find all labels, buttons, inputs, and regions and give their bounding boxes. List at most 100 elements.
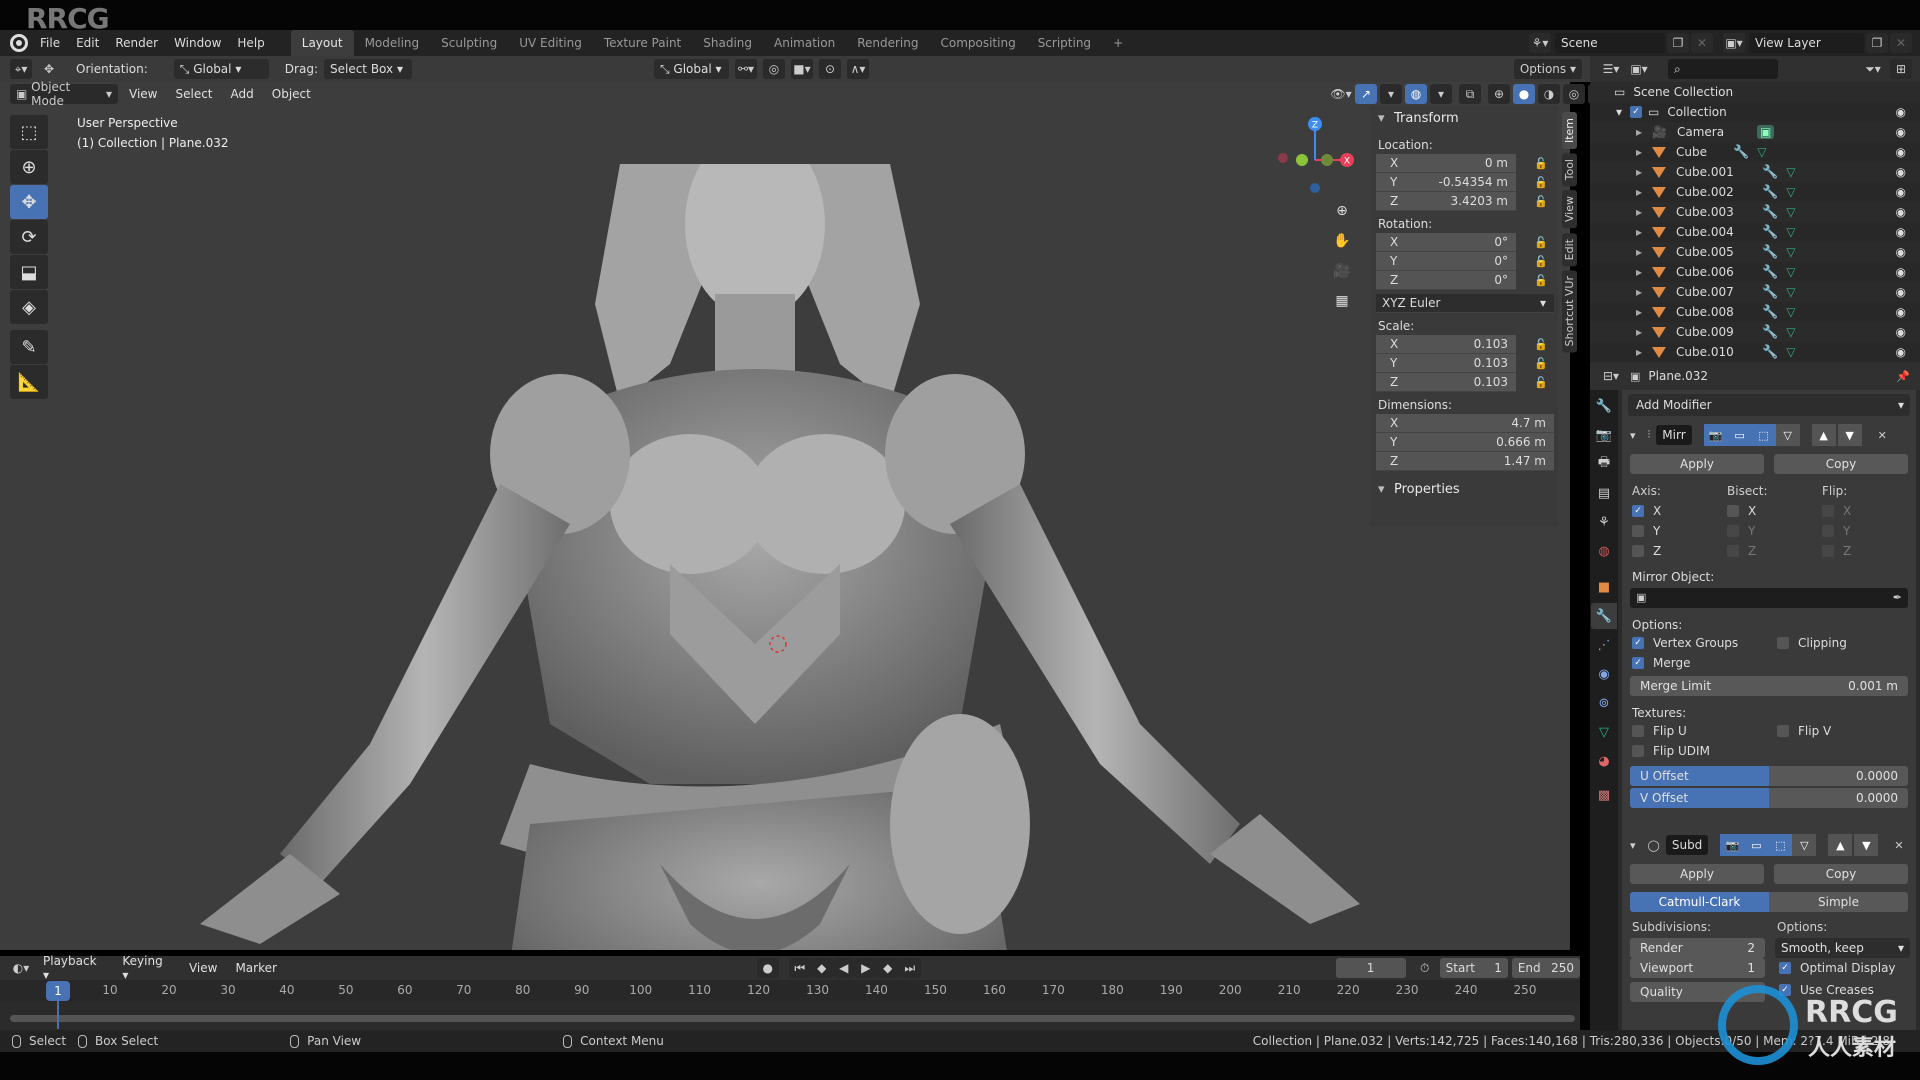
playhead-frame-indicator[interactable]: 1 — [46, 981, 70, 1001]
mesh-data-icon[interactable]: ▽ — [1786, 305, 1795, 319]
v-offset-slider[interactable]: V Offset 0.0000 — [1630, 788, 1908, 808]
tab-animation[interactable]: Animation — [763, 30, 846, 56]
jump-prev-keyframe-icon[interactable]: ◆ — [810, 958, 833, 978]
measure-tool-icon[interactable]: 📐 — [10, 365, 48, 399]
scene-name-field[interactable]: Scene — [1555, 33, 1665, 53]
xray-toggle-icon[interactable]: ⧉ — [1459, 84, 1481, 104]
tab-scripting[interactable]: Scripting — [1027, 30, 1102, 56]
npanel-tab-shortcut-vur[interactable]: Shortcut VUr — [1562, 269, 1577, 353]
outliner-collection[interactable]: ▾ ✓ ▭ Collection ◉ — [1590, 102, 1920, 122]
dimensions-y-field[interactable]: Y 0.666 m — [1376, 433, 1554, 452]
overlay-toggle-icon[interactable]: ◍ — [1405, 84, 1427, 104]
viewport-menu-view[interactable]: View — [122, 87, 164, 101]
play-reverse-icon[interactable]: ◀ — [832, 958, 855, 978]
optimal-display-checkbox[interactable]: ✓ Optimal Display — [1775, 958, 1910, 978]
realtime-display-icon[interactable]: ▭ — [1727, 424, 1752, 446]
outliner-filter-icon[interactable]: ⏷▾ — [1862, 59, 1884, 79]
viewport-menu-add[interactable]: Add — [224, 87, 261, 101]
transform-orientation-dropdown[interactable]: ⤡ Global ▾ — [653, 59, 729, 79]
new-collection-icon[interactable]: ⊞ — [1890, 59, 1912, 79]
playhead-line[interactable] — [57, 1001, 59, 1029]
expand-icon[interactable]: ▾ — [1616, 105, 1622, 119]
viewport-menu-select[interactable]: Select — [168, 87, 219, 101]
flip-u-checkbox[interactable]: Flip U — [1632, 724, 1777, 738]
visibility-eye-icon[interactable]: ◉ — [1896, 225, 1906, 239]
mesh-data-icon[interactable]: ▽ — [1786, 205, 1795, 219]
tab-sculpting[interactable]: Sculpting — [430, 30, 508, 56]
outliner-item[interactable]: ▸ Cube.002 🔧 ▽ ◉ — [1590, 182, 1920, 202]
rotate-tool-icon[interactable]: ⟳ — [10, 220, 48, 254]
jump-end-icon[interactable]: ⏭ — [898, 958, 921, 978]
tab-compositing[interactable]: Compositing — [929, 30, 1026, 56]
outliner-item[interactable]: ▸ Cube.004 🔧 ▽ ◉ — [1590, 222, 1920, 242]
mirror-modifier-name[interactable]: Mirr — [1656, 425, 1692, 445]
ortho-toggle-icon[interactable]: ▦ — [1331, 290, 1353, 312]
modifier-icon[interactable]: 🔧 — [1762, 165, 1778, 180]
timeline-menu-marker[interactable]: Marker — [228, 961, 283, 975]
falloff-icon[interactable]: ∧▾ — [846, 59, 869, 79]
orientation-dropdown[interactable]: ⤡ Global ▾ — [173, 59, 269, 79]
rotation-mode-dropdown[interactable]: XYZ Euler ▾ — [1376, 294, 1554, 313]
npanel-tab-edit[interactable]: Edit — [1562, 232, 1577, 266]
viewport-levels-field[interactable]: Viewport 1 — [1630, 958, 1765, 978]
dimensions-x-field[interactable]: X 4.7 m — [1376, 414, 1554, 433]
catmull-clark-button[interactable]: Catmull-Clark — [1630, 892, 1769, 912]
outliner-search-input[interactable]: ⌕ — [1668, 59, 1778, 79]
timeline-editor-type-icon[interactable]: ◐▾ — [10, 958, 32, 978]
material-tab-icon[interactable]: ◕ — [1591, 748, 1617, 774]
camera-view-icon[interactable]: 🎥 — [1331, 260, 1353, 282]
render-tab-icon[interactable]: 📷 — [1591, 422, 1617, 448]
expand-icon[interactable]: ▸ — [1636, 145, 1642, 159]
mirror-apply-button[interactable]: Apply — [1630, 454, 1764, 474]
start-frame-field[interactable]: Start 1 — [1439, 958, 1508, 978]
collapse-icon[interactable]: ▾ — [1630, 839, 1636, 852]
subdiv-copy-button[interactable]: Copy — [1774, 864, 1908, 884]
expand-icon[interactable]: ▸ — [1636, 225, 1642, 239]
npanel-tab-item[interactable]: Item — [1562, 112, 1577, 150]
remove-modifier-icon[interactable]: ✕ — [1878, 429, 1887, 442]
flip-v-checkbox[interactable]: Flip V — [1777, 724, 1897, 738]
merge-limit-field[interactable]: Merge Limit 0.001 m — [1630, 676, 1908, 696]
bisect-z-checkbox[interactable]: Z — [1727, 544, 1822, 558]
material-shading-icon[interactable]: ◑ — [1538, 84, 1560, 104]
modifier-icon[interactable]: 🔧 — [1762, 245, 1778, 260]
simple-button[interactable]: Simple — [1769, 892, 1908, 912]
tab-texture-paint[interactable]: Texture Paint — [593, 30, 692, 56]
dimensions-z-field[interactable]: Z 1.47 m — [1376, 452, 1554, 471]
location-y-field[interactable]: Y -0.54354 m — [1376, 173, 1516, 192]
collection-checkbox[interactable]: ✓ — [1630, 106, 1643, 118]
output-tab-icon[interactable]: 🖶 — [1591, 451, 1617, 477]
visibility-eye-icon[interactable]: ◉ — [1896, 205, 1906, 219]
snap-toggle-icon[interactable]: ◎ — [762, 59, 785, 79]
drag-dropdown[interactable]: Select Box ▾ — [323, 59, 412, 79]
vertex-groups-checkbox[interactable]: ✓ Vertex Groups — [1632, 636, 1777, 650]
location-z-field[interactable]: Z 3.4203 m — [1376, 192, 1516, 211]
transform-tool-icon[interactable]: ◈ — [10, 290, 48, 324]
mesh-data-icon[interactable]: ▽ — [1786, 325, 1795, 339]
preview-range-icon[interactable]: ⏱ — [1414, 958, 1436, 978]
visibility-eye-icon[interactable]: ◉ — [1896, 285, 1906, 299]
options-dropdown[interactable]: Options ▾ — [1513, 59, 1582, 79]
expand-icon[interactable]: ▸ — [1636, 325, 1642, 339]
zoom-view-icon[interactable]: ⊕ — [1331, 200, 1353, 222]
modifier-icon[interactable]: 🔧 — [1762, 305, 1778, 320]
tab-modeling[interactable]: Modeling — [354, 30, 431, 56]
edit-mode-display-icon[interactable]: ⬚ — [1768, 834, 1793, 856]
rotation-x-field[interactable]: X 0° — [1376, 233, 1516, 252]
wireframe-shading-icon[interactable]: ⊕ — [1488, 84, 1510, 104]
uv-smooth-dropdown[interactable]: Smooth, keep corners▾ — [1775, 938, 1910, 958]
mode-dropdown[interactable]: ▣ Object Mode ▾ — [10, 80, 118, 108]
modifier-icon[interactable]: 🔧 — [1762, 205, 1778, 220]
menu-help[interactable]: Help — [229, 30, 272, 56]
outliner-scene-collection[interactable]: ▭ Scene Collection — [1590, 82, 1920, 102]
jump-next-keyframe-icon[interactable]: ◆ — [876, 958, 899, 978]
tab-shading[interactable]: Shading — [692, 30, 763, 56]
properties-panel-header[interactable]: Properties — [1370, 477, 1558, 503]
proportional-edit-icon[interactable]: ⊙ — [818, 59, 841, 79]
remove-modifier-icon[interactable]: ✕ — [1894, 839, 1903, 852]
modifier-icon[interactable]: 🔧 — [1733, 145, 1749, 160]
flip-z-checkbox[interactable]: Z — [1822, 544, 1902, 558]
visibility-eye-icon[interactable]: ◉ — [1896, 105, 1906, 119]
render-toggle-icon[interactable]: 📷 — [1720, 834, 1745, 856]
object-tab-icon[interactable]: ■ — [1591, 574, 1617, 600]
